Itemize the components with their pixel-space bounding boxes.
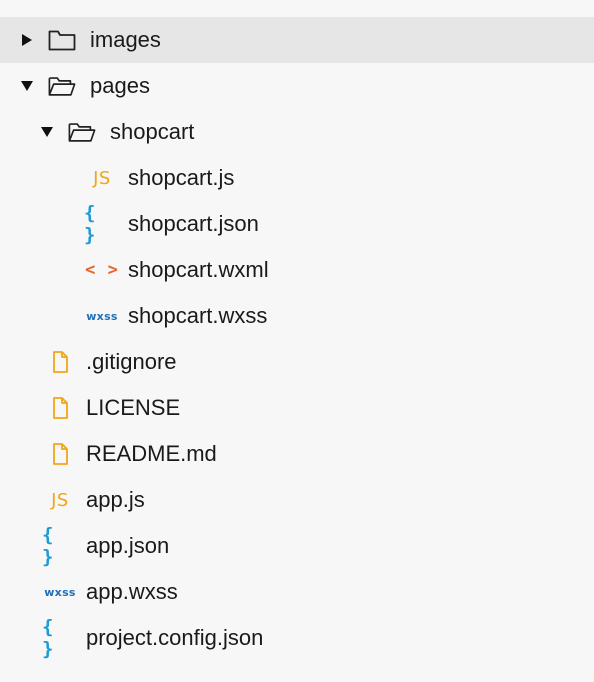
file-explorer-tree: images pages shopcart JS shopcart.js {}… [0,0,594,682]
tree-item-label: shopcart.json [128,211,259,236]
folder-closed-icon [48,29,76,51]
tree-item-label: app.js [86,487,145,512]
json-badge-text: { } [84,202,97,246]
tree-item-label: shopcart.js [128,165,235,190]
tree-item-label: app.json [86,533,170,558]
tree-item-app-wxss[interactable]: wxss app.wxss [0,569,594,615]
tree-item-shopcart-folder[interactable]: shopcart [0,109,594,155]
tree-item-label: images [90,27,161,52]
wxss-file-icon: wxss [84,305,120,327]
file-icon [42,351,78,373]
folder-open-icon [68,121,96,143]
tree-item-label: LICENSE [86,395,181,420]
tree-item-images-folder[interactable]: images [0,17,594,63]
wxss-file-icon: wxss [42,581,78,603]
tree-item-license[interactable]: LICENSE [0,385,594,431]
wxss-badge-text: wxss [86,309,118,323]
json-badge-text: { } [42,616,55,660]
tree-item-label: shopcart [110,119,195,144]
js-badge-text: JS [93,167,111,189]
tree-item-project-config-json[interactable]: { } project.config.json [0,615,594,661]
tree-item-label: .gitignore [86,349,177,374]
caret-down-icon[interactable] [40,125,54,139]
tree-item-label: shopcart.wxml [128,257,269,282]
file-icon [42,397,78,419]
tree-item-shopcart-wxss[interactable]: wxss shopcart.wxss [0,293,594,339]
js-badge-text: JS [51,489,69,511]
json-badge-text: { } [42,524,55,568]
tree-item-label: app.wxss [86,579,178,604]
caret-down-icon[interactable] [20,79,34,93]
tree-item-gitignore[interactable]: .gitignore [0,339,594,385]
json-file-icon: { } [42,524,78,568]
folder-open-icon [48,75,76,97]
tree-item-label: README.md [86,441,217,466]
tree-item-readme[interactable]: README.md [0,431,594,477]
wxss-badge-text: wxss [44,585,76,599]
tree-item-label: shopcart.wxss [128,303,268,328]
file-icon [42,443,78,465]
json-file-icon: { } [42,616,78,660]
tree-item-app-js[interactable]: JS app.js [0,477,594,523]
tree-item-pages-folder[interactable]: pages [0,63,594,109]
tree-item-label: pages [90,73,150,98]
js-file-icon: JS [42,489,78,511]
js-file-icon: JS [84,167,120,189]
tree-item-shopcart-json[interactable]: { } shopcart.json [0,201,594,247]
tree-item-app-json[interactable]: { } app.json [0,523,594,569]
json-file-icon: { } [84,202,120,246]
tree-item-shopcart-js[interactable]: JS shopcart.js [0,155,594,201]
tree-item-label: project.config.json [86,625,264,650]
caret-right-icon[interactable] [20,33,34,47]
wxml-badge-text: < > [85,260,119,280]
wxml-file-icon: < > [84,259,120,281]
tree-item-shopcart-wxml[interactable]: < > shopcart.wxml [0,247,594,293]
